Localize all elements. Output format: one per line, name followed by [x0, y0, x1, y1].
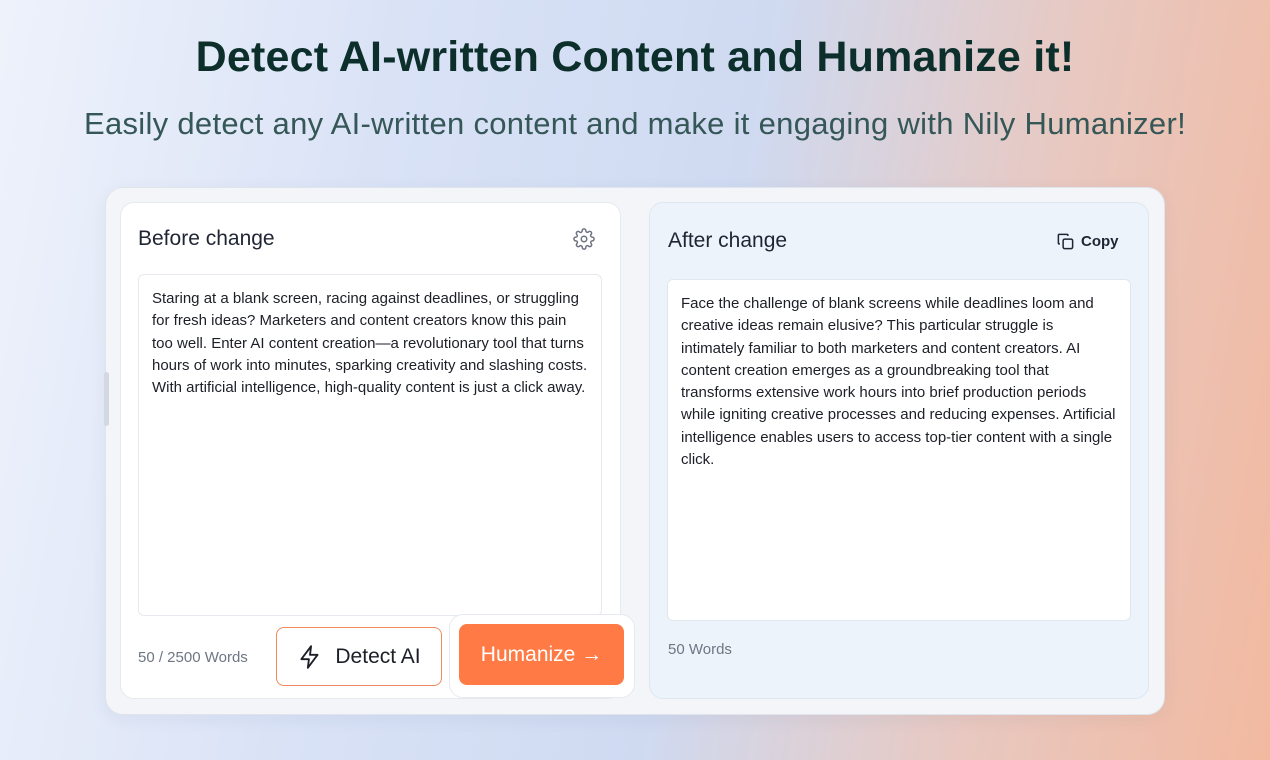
gear-icon[interactable]	[573, 228, 595, 250]
resize-handle[interactable]	[104, 372, 109, 426]
page-title: Detect AI-written Content and Humanize i…	[195, 33, 1075, 81]
detect-ai-label: Detect AI	[335, 644, 421, 668]
lightning-icon	[300, 644, 319, 669]
humanize-button[interactable]: Humanize →	[459, 624, 624, 685]
after-change-title: After change	[668, 229, 788, 252]
detect-ai-button[interactable]: Detect AI	[276, 627, 442, 686]
copy-button[interactable]: Copy	[1056, 230, 1119, 252]
before-change-title: Before change	[138, 227, 275, 250]
input-text-area[interactable]: Staring at a blank screen, racing agains…	[152, 288, 588, 602]
output-text-area: Face the challenge of blank screens whil…	[667, 279, 1131, 621]
humanize-label: Humanize →	[480, 642, 603, 666]
output-word-count: 50 Words	[668, 641, 732, 658]
copy-icon	[1057, 233, 1074, 249]
copy-label: Copy	[1081, 232, 1119, 250]
input-text-area-wrapper: Staring at a blank screen, racing agains…	[138, 274, 602, 616]
page-subtitle: Easily detect any AI-written content and…	[83, 106, 1187, 141]
input-word-count: 50 / 2500 Words	[138, 649, 248, 666]
